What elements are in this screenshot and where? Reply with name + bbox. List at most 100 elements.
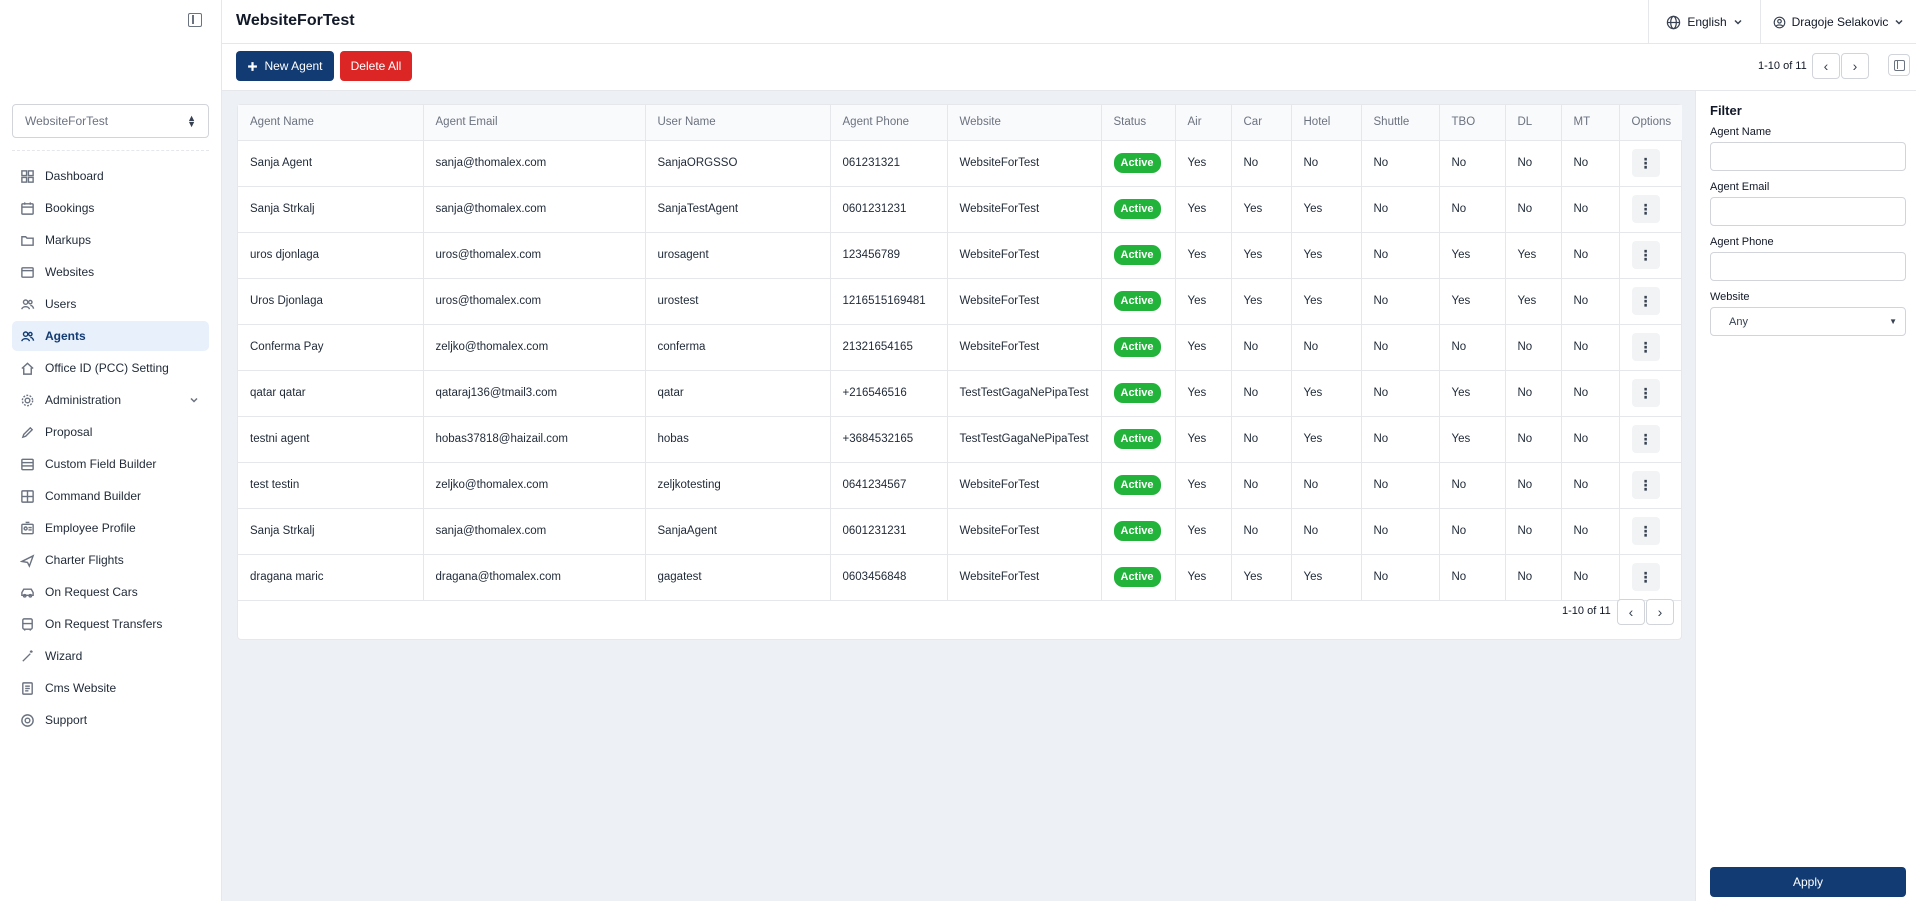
table-cell: 0601231231 [830,186,948,233]
sidebar-item-administration[interactable]: Administration [12,385,209,415]
sidebar-item-office-id-pcc-setting[interactable]: Office ID (PCC) Setting [12,353,209,383]
new-agent-button[interactable]: New Agent [236,51,334,81]
table-row[interactable]: qatar qatar qataraj136@tmail3.com qatar +21… [238,370,1682,417]
table-cell: Yes [1291,232,1362,279]
table-cell: No [1361,232,1440,279]
table-cell: test testin [238,462,424,509]
table-row[interactable]: Uros Djonlaga uros@thomalex.com urostest 12… [238,278,1682,325]
column-header[interactable]: Agent Email [423,105,646,141]
apply-button[interactable]: Apply [1710,867,1906,897]
caret-down-icon: ▼ [1889,317,1897,326]
sidebar-item-cms-website[interactable]: Cms Website [12,673,209,703]
table-header-row: Agent Name Agent Email User Name Agent Phon… [238,105,1682,141]
column-header[interactable]: Air [1175,105,1232,141]
options-menu-button[interactable]: ⋮ [1631,241,1660,269]
table-cell: Yes [1175,370,1232,417]
sidebar-collapse-icon[interactable] [188,13,202,27]
website-select[interactable]: WebsiteForTest ▲ ▼ [12,104,209,138]
id-card-icon [19,520,35,536]
options-menu-button[interactable]: ⋮ [1631,563,1660,591]
settings-icon [19,392,35,408]
column-header[interactable]: User Name [645,105,831,141]
panel-icon [1893,59,1905,71]
column-header[interactable]: Options [1619,105,1682,141]
chevron-down-icon [1734,19,1742,25]
more-vertical-icon: ⋮ [1638,339,1653,355]
pen-icon [19,424,35,440]
sidebar-item-label: Dashboard [45,169,104,183]
updown-icon: ▲ ▼ [187,113,196,129]
sidebar-item-proposal[interactable]: Proposal [12,417,209,447]
sidebar-item-markups[interactable]: Markups [12,225,209,255]
table-cell: 0603456848 [830,554,948,601]
table-prev-page-button[interactable]: ‹ [1617,599,1645,625]
status-cell: Active [1101,370,1176,417]
options-menu-button[interactable]: ⋮ [1631,425,1660,453]
table-row[interactable]: Sanja Strkalj sanja@thomalex.com SanjaAgen… [238,508,1682,555]
options-menu-button[interactable]: ⋮ [1631,195,1660,223]
sidebar-item-bookings[interactable]: Bookings [12,193,209,223]
column-header[interactable]: Car [1231,105,1292,141]
table-cell: No [1505,140,1562,187]
column-header[interactable]: DL [1505,105,1562,141]
status-badge: Active [1113,153,1161,173]
table-row[interactable]: test testin zeljko@thomalex.com zeljkotest… [238,462,1682,509]
options-menu-button[interactable]: ⋮ [1631,287,1660,315]
sidebar-item-label: On Request Transfers [45,617,163,631]
sidebar-item-command-builder[interactable]: Command Builder [12,481,209,511]
sidebar-item-dashboard[interactable]: Dashboard [12,161,209,191]
options-menu-button[interactable]: ⋮ [1631,379,1660,407]
language-selector[interactable]: English [1648,0,1760,44]
options-menu-button[interactable]: ⋮ [1631,149,1660,177]
prev-page-button[interactable]: ‹ [1812,53,1840,79]
table-row[interactable]: Sanja Agent sanja@thomalex.com SanjaORGSSO… [238,140,1682,187]
options-menu-button[interactable]: ⋮ [1631,333,1660,361]
table-cell: WebsiteForTest [947,324,1102,371]
sidebar-item-on-request-transfers[interactable]: On Request Transfers [12,609,209,639]
sidebar-item-employee-profile[interactable]: Employee Profile [12,513,209,543]
sidebar-item-support[interactable]: Support [12,705,209,735]
agent-email-input[interactable] [1710,197,1906,226]
table-cell: dragana maric [238,554,424,601]
column-header[interactable]: Hotel [1291,105,1362,141]
column-header[interactable]: Agent Name [238,105,424,141]
delete-all-button[interactable]: Delete All [340,51,412,81]
options-menu-button[interactable]: ⋮ [1631,517,1660,545]
options-menu-button[interactable]: ⋮ [1631,471,1660,499]
user-menu[interactable]: Dragoje Selakovic [1760,0,1916,44]
sidebar-item-charter-flights[interactable]: Charter Flights [12,545,209,575]
table-cell: No [1561,278,1620,325]
table-cell: No [1505,416,1562,463]
table-row[interactable]: Sanja Strkalj sanja@thomalex.com SanjaTest… [238,186,1682,233]
table-cell: Yes [1175,278,1232,325]
table-row[interactable]: Conferma Pay zeljko@thomalex.com conferma 2… [238,324,1682,371]
table-cell: No [1439,508,1506,555]
column-header[interactable]: Status [1101,105,1176,141]
table-cell: Yes [1175,140,1232,187]
table-row[interactable]: uros djonlaga uros@thomalex.com urosagent 1… [238,232,1682,279]
sidebar-item-on-request-cars[interactable]: On Request Cars [12,577,209,607]
table-row[interactable]: dragana maric dragana@thomalex.com gagates… [238,554,1682,601]
column-header[interactable]: TBO [1439,105,1506,141]
table-row[interactable]: testni agent hobas37818@haizail.com hobas +… [238,416,1682,463]
agent-name-input[interactable] [1710,142,1906,171]
column-header[interactable]: Shuttle [1361,105,1440,141]
column-header[interactable]: Website [947,105,1102,141]
sidebar-item-wizard[interactable]: Wizard [12,641,209,671]
table-next-page-button[interactable]: › [1646,599,1674,625]
table-cell: Yes [1291,278,1362,325]
next-page-button[interactable]: › [1841,53,1869,79]
sidebar-item-custom-field-builder[interactable]: Custom Field Builder [12,449,209,479]
filter-panel-toggle[interactable] [1888,54,1910,76]
agents-table: Agent Name Agent Email User Name Agent Phon… [238,105,1682,601]
column-header[interactable]: Agent Phone [830,105,948,141]
top-header: WebsiteForTest English Dragoje Selakovic [222,0,1916,44]
options-cell: ⋮ [1619,554,1682,601]
sidebar-item-users[interactable]: Users [12,289,209,319]
website-filter-select[interactable]: Any ▼ [1710,307,1906,336]
sidebar-item-websites[interactable]: Websites [12,257,209,287]
status-cell: Active [1101,186,1176,233]
agent-phone-input[interactable] [1710,252,1906,281]
column-header[interactable]: MT [1561,105,1620,141]
sidebar-item-agents[interactable]: Agents [12,321,209,351]
